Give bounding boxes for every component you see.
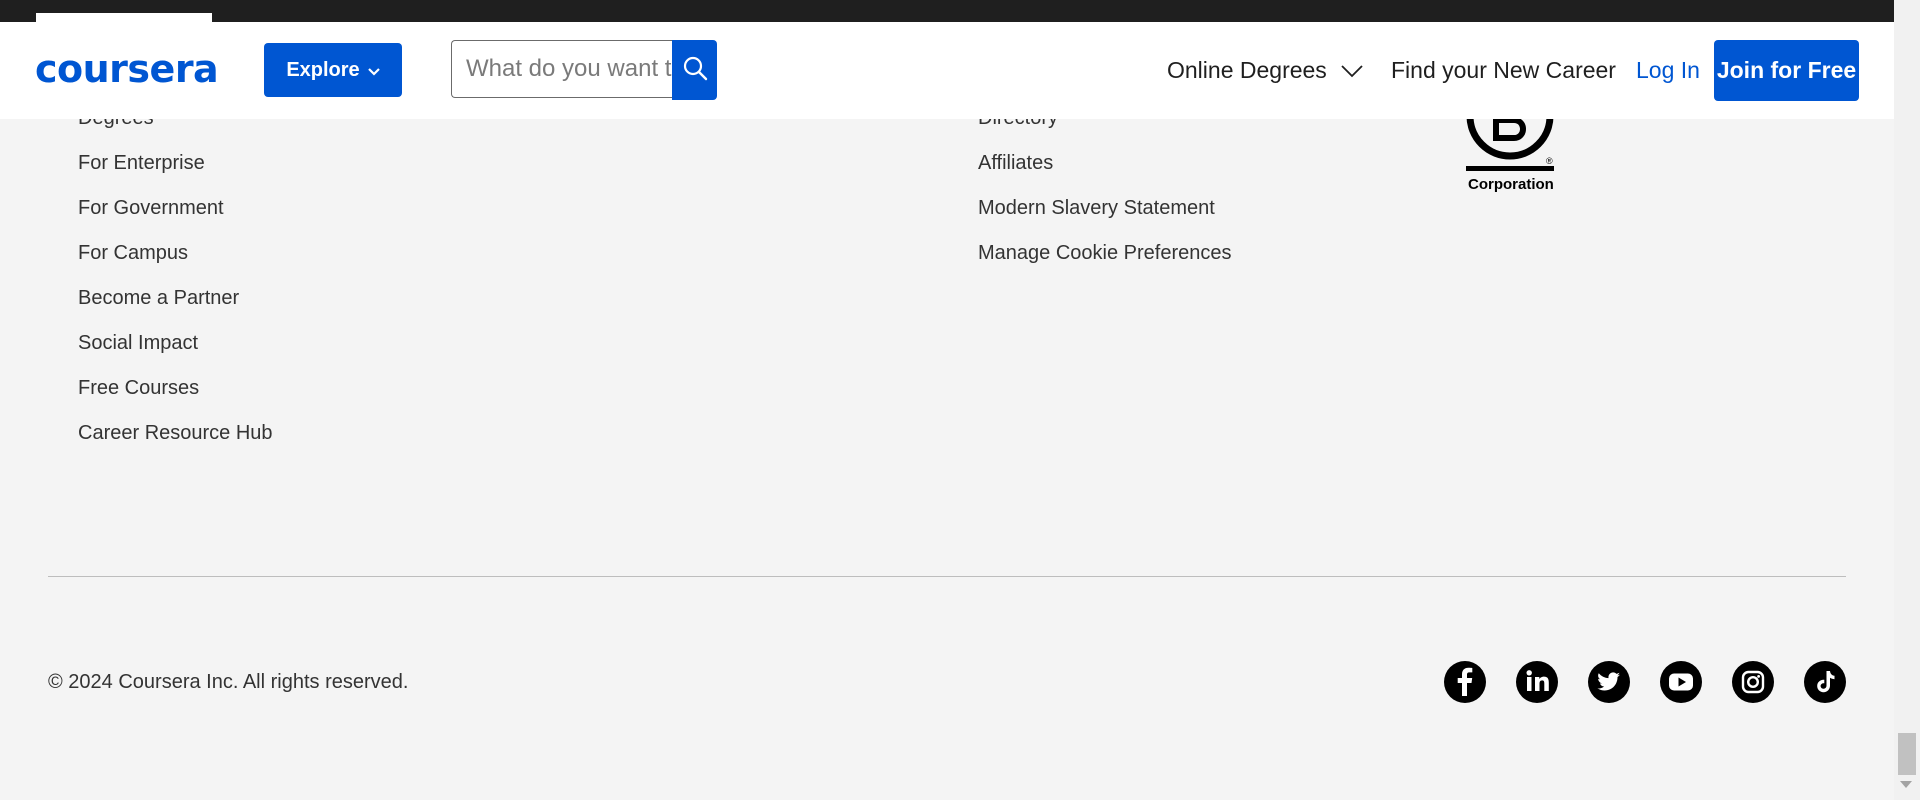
footer-link-modern-slavery[interactable]: Modern Slavery Statement <box>978 195 1215 221</box>
explore-button[interactable]: Explore <box>264 43 402 97</box>
footer-link-free-courses[interactable]: Free Courses <box>78 375 199 401</box>
online-degrees-dropdown[interactable]: Online Degrees <box>1167 52 1363 88</box>
footer-link-government[interactable]: For Government <box>78 195 224 221</box>
chevron-down-icon <box>1341 57 1363 84</box>
scrollbar-track[interactable] <box>1894 0 1920 800</box>
top-strip-tab <box>36 13 212 22</box>
browser-top-strip <box>0 0 1894 22</box>
search-bar <box>451 40 717 100</box>
footer-link-campus[interactable]: For Campus <box>78 240 188 266</box>
copyright-text: © 2024 Coursera Inc. All rights reserved… <box>48 671 409 693</box>
site-header: coursera Explore Online Degrees Find you… <box>0 22 1894 119</box>
login-link[interactable]: Log In <box>1636 52 1700 88</box>
footer-link-enterprise[interactable]: For Enterprise <box>78 150 205 176</box>
footer-link-partner[interactable]: Become a Partner <box>78 285 239 311</box>
search-icon <box>682 55 708 86</box>
chevron-down-icon <box>367 59 380 82</box>
footer-link-affiliates[interactable]: Affiliates <box>978 150 1053 176</box>
join-for-free-button[interactable]: Join for Free <box>1714 40 1859 101</box>
footer-divider <box>48 576 1846 577</box>
search-button[interactable] <box>672 40 717 100</box>
instagram-icon[interactable] <box>1732 661 1774 703</box>
scrollbar-thumb[interactable] <box>1898 733 1916 775</box>
facebook-icon[interactable] <box>1444 661 1486 703</box>
twitter-icon[interactable] <box>1588 661 1630 703</box>
footer-link-social-impact[interactable]: Social Impact <box>78 330 198 356</box>
linkedin-icon[interactable] <box>1516 661 1558 703</box>
online-degrees-label: Online Degrees <box>1167 56 1327 83</box>
b-corp-label: Corporation <box>1468 176 1554 193</box>
find-career-link[interactable]: Find your New Career <box>1391 52 1616 88</box>
scroll-down-arrow-icon[interactable] <box>1900 781 1912 788</box>
youtube-icon[interactable] <box>1660 661 1702 703</box>
svg-text:®: ® <box>1546 156 1553 166</box>
footer-link-career-hub[interactable]: Career Resource Hub <box>78 420 273 446</box>
tiktok-icon[interactable] <box>1804 661 1846 703</box>
search-input[interactable] <box>451 40 686 98</box>
explore-label: Explore <box>286 58 360 81</box>
coursera-logo[interactable]: coursera <box>35 46 219 92</box>
footer-link-cookie-preferences[interactable]: Manage Cookie Preferences <box>978 240 1231 266</box>
